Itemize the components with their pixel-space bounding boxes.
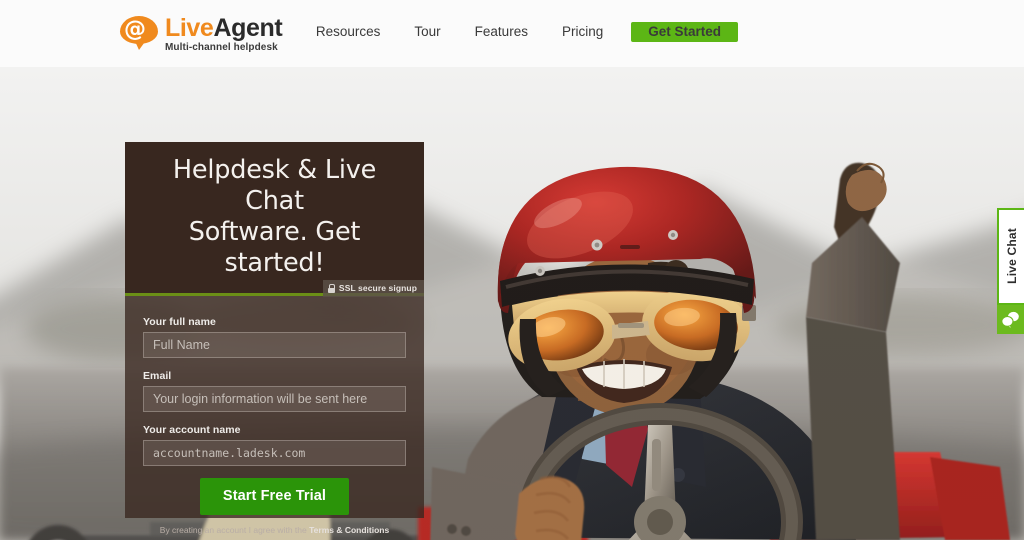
headline-line-2: Software. Get started! bbox=[188, 217, 361, 278]
field-account-name: Your account name bbox=[143, 424, 406, 466]
ssl-badge-label: SSL secure signup bbox=[338, 283, 417, 293]
logo[interactable]: @ LiveAgent Multi-channel helpdesk bbox=[120, 13, 283, 54]
nav-item-features[interactable]: Features bbox=[458, 22, 545, 42]
logo-tagline: Multi-channel helpdesk bbox=[165, 42, 278, 54]
live-chat-label: Live Chat bbox=[1004, 227, 1019, 284]
submit-row: Start Free Trial bbox=[143, 478, 406, 515]
live-chat-widget[interactable]: Live Chat bbox=[997, 208, 1024, 334]
nav-item-pricing[interactable]: Pricing bbox=[545, 22, 620, 42]
nav-item-resources[interactable]: Resources bbox=[299, 22, 398, 42]
ssl-secure-badge: SSL secure signup bbox=[322, 280, 424, 297]
full-name-input[interactable] bbox=[143, 332, 406, 358]
signup-panel-header: Helpdesk & Live Chat Software. Get start… bbox=[125, 142, 424, 296]
headline-line-1: Helpdesk & Live Chat bbox=[172, 155, 377, 216]
full-name-label: Your full name bbox=[143, 316, 216, 328]
nav-item-tour[interactable]: Tour bbox=[397, 22, 457, 42]
terms-prefix: By creating an account I agree with the bbox=[159, 525, 310, 535]
email-label: Email bbox=[143, 370, 172, 382]
live-chat-tab[interactable]: Live Chat bbox=[997, 208, 1024, 305]
field-email: Email bbox=[143, 370, 406, 412]
site-header: @ LiveAgent Multi-channel helpdesk Resou… bbox=[0, 0, 1024, 67]
logo-name-agent: Agent bbox=[213, 14, 283, 42]
email-input[interactable] bbox=[143, 386, 406, 412]
chat-bubbles-icon bbox=[1001, 311, 1019, 328]
field-full-name: Your full name bbox=[143, 316, 406, 358]
logo-name-live: Live bbox=[165, 14, 214, 42]
main-navigation: Resources Tour Features Pricing Get Star… bbox=[299, 22, 738, 42]
terms-notice: By creating an account I agree with the … bbox=[143, 525, 406, 535]
lock-icon bbox=[327, 283, 336, 293]
start-free-trial-button[interactable]: Start Free Trial bbox=[199, 478, 350, 515]
terms-and-conditions-link[interactable]: Terms & Conditions bbox=[309, 525, 389, 535]
get-started-button[interactable]: Get Started bbox=[631, 22, 738, 42]
signup-form: SSL secure signup Your full name Email Y… bbox=[125, 280, 424, 535]
live-chat-button[interactable] bbox=[997, 305, 1024, 334]
page-title: Helpdesk & Live Chat Software. Get start… bbox=[141, 155, 408, 279]
logo-name: LiveAgent bbox=[165, 14, 283, 42]
account-name-input[interactable] bbox=[143, 440, 406, 466]
signup-panel: Helpdesk & Live Chat Software. Get start… bbox=[125, 142, 424, 535]
account-name-label: Your account name bbox=[143, 424, 241, 436]
at-speech-bubble-icon: @ bbox=[120, 16, 158, 50]
